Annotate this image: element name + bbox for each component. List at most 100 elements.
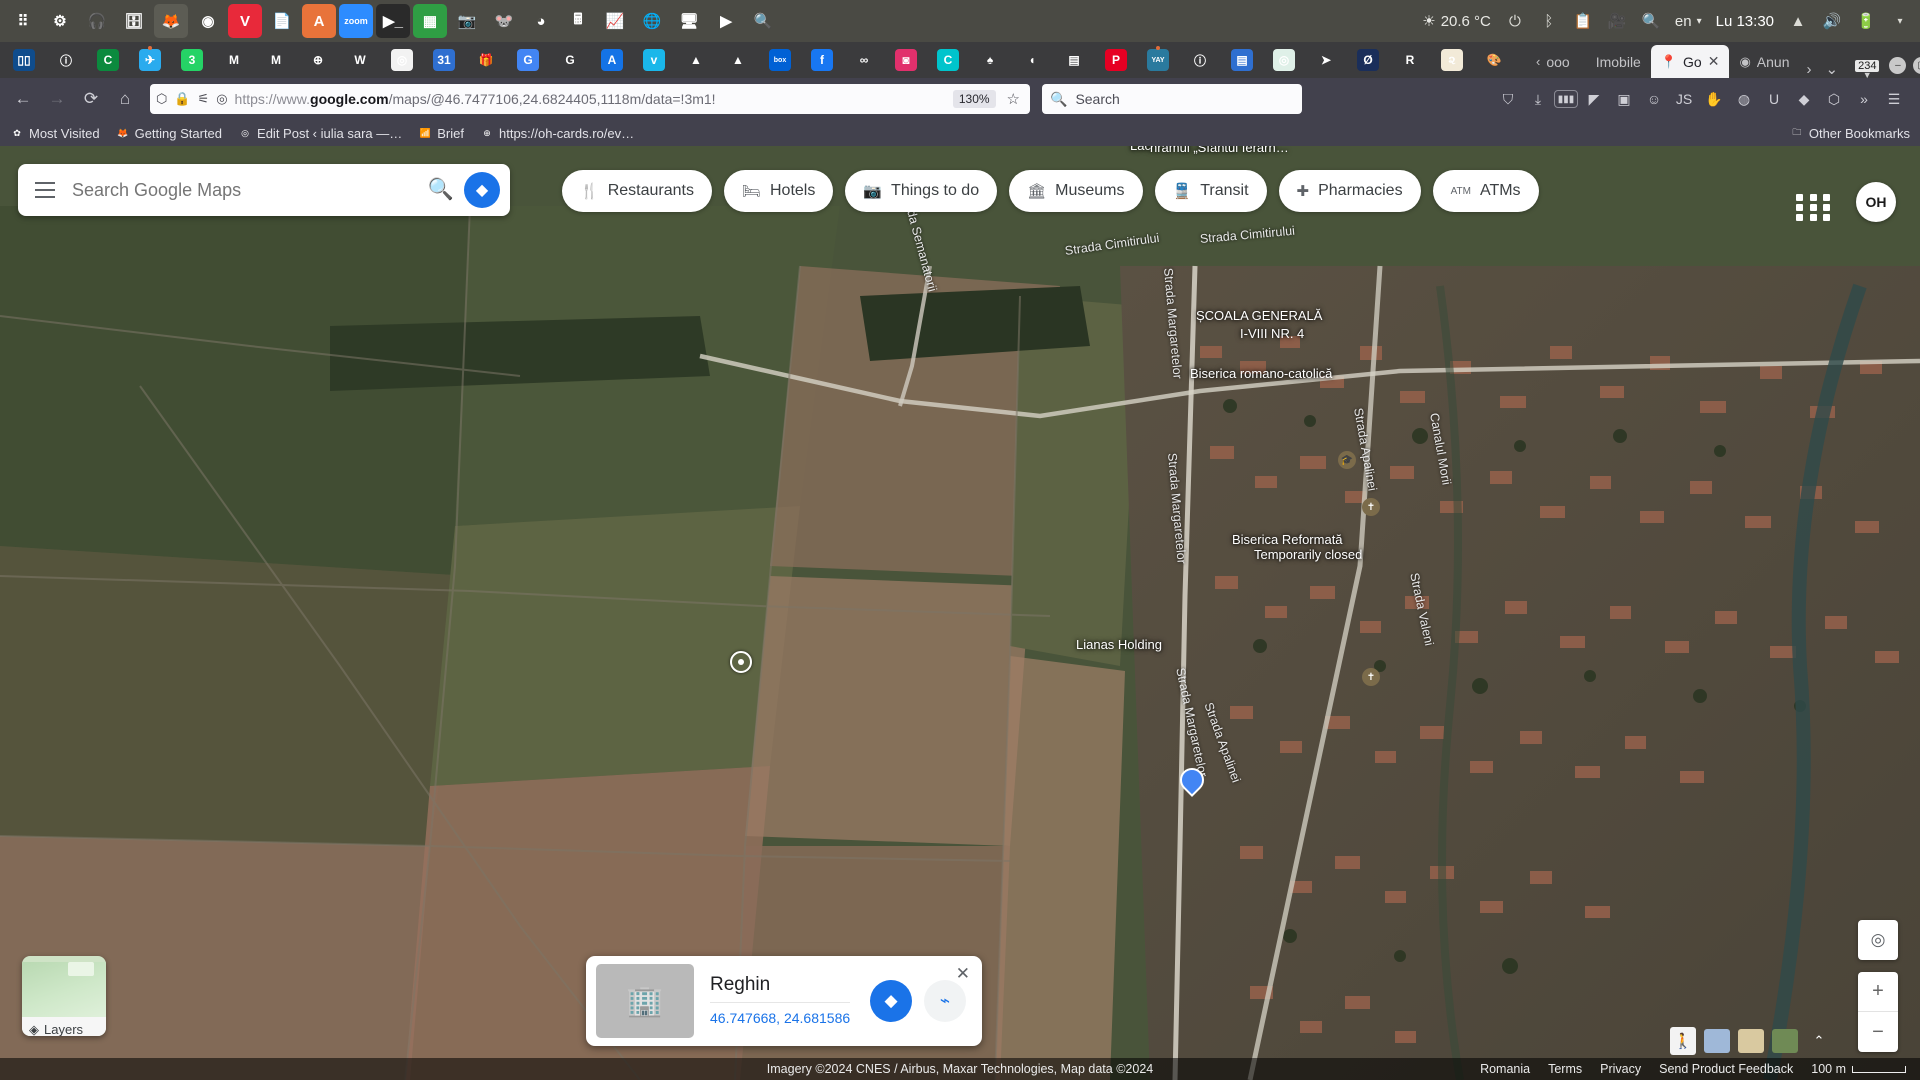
pinned-tab-chatgpt[interactable]: ◎ bbox=[1264, 44, 1304, 76]
share-button[interactable]: ⌁ bbox=[924, 980, 966, 1022]
close-icon[interactable]: ✕ bbox=[956, 964, 970, 984]
star-icon[interactable]: ☆ bbox=[1003, 90, 1024, 108]
pinned-tab-instagram[interactable]: ◙ bbox=[886, 44, 926, 76]
pinned-tab-box[interactable]: box bbox=[760, 44, 800, 76]
power-icon[interactable]: ⏻ bbox=[1505, 11, 1525, 31]
pinned-tab-orange-site[interactable]: ◖ bbox=[1012, 44, 1052, 76]
lock-icon[interactable]: 🔒 bbox=[174, 91, 190, 107]
tab-google-maps[interactable]: 📍 Go ✕ bbox=[1650, 45, 1730, 78]
launcher-display-settings[interactable]: 🖥 bbox=[672, 4, 706, 38]
screenshot-icon[interactable]: ▣ bbox=[1610, 86, 1638, 112]
launcher-abiword[interactable]: A bbox=[302, 4, 336, 38]
place-coordinates[interactable]: 46.747668, 24.681586 bbox=[710, 1002, 851, 1026]
pinned-tab-oh-cards[interactable]: ⊕ bbox=[298, 44, 338, 76]
minimize-button[interactable]: – bbox=[1889, 57, 1907, 74]
launcher-system-monitor[interactable]: 📈 bbox=[598, 4, 632, 38]
clock[interactable]: Lu 13:30 bbox=[1716, 13, 1774, 30]
bookmark-getting-started[interactable]: 🦊 Getting Started bbox=[116, 126, 222, 141]
map-label-biserica-catolica[interactable]: Biserica romano-catolică bbox=[1190, 366, 1332, 381]
footer-link-terms[interactable]: Terms bbox=[1548, 1062, 1582, 1076]
pinned-tab-pinterest[interactable]: P bbox=[1096, 44, 1136, 76]
pinned-tab-google-drive-1[interactable]: ▲ bbox=[676, 44, 716, 76]
map-label-schitul[interactable]: hramul „Sfântul Ierarh… bbox=[1150, 146, 1289, 155]
clipboard-icon[interactable]: 📋 bbox=[1573, 11, 1593, 31]
pinned-tab-adobe[interactable]: A bbox=[592, 44, 632, 76]
launcher-image-viewer[interactable]: 🔍 bbox=[746, 4, 780, 38]
forward-button[interactable]: → bbox=[42, 84, 72, 114]
pinned-tab-google-docs[interactable]: G bbox=[508, 44, 548, 76]
js-icon[interactable]: JS bbox=[1670, 86, 1698, 112]
shield-icon[interactable]: ⬡ bbox=[156, 91, 167, 107]
map-label-scoala[interactable]: ȘCOALA GENERALĂ bbox=[1196, 308, 1322, 323]
poi-reformed-church[interactable]: ✝ bbox=[1362, 668, 1380, 686]
expand-icon[interactable]: ⌃ bbox=[1806, 1029, 1832, 1053]
pinned-tab-whatsapp[interactable]: 3 bbox=[172, 44, 212, 76]
my-location-button[interactable]: ◎ bbox=[1858, 920, 1898, 960]
home-button[interactable]: ⌂ bbox=[110, 84, 140, 114]
launcher-audio-player[interactable]: 🎧 bbox=[80, 4, 114, 38]
map-label-lianas[interactable]: Lianas Holding bbox=[1076, 637, 1162, 652]
search-bar[interactable]: 🔍 Search bbox=[1042, 84, 1302, 114]
language-switcher[interactable]: en ▾ bbox=[1675, 13, 1702, 30]
battery-icon[interactable]: 🔋 bbox=[1856, 11, 1876, 31]
extension-purple-icon[interactable]: ◆ bbox=[1790, 86, 1818, 112]
launcher-calculator[interactable]: 🖩 bbox=[561, 4, 595, 38]
chip-restaurants[interactable]: 🍴 Restaurants bbox=[562, 170, 712, 212]
pinned-tab-canva[interactable]: C bbox=[928, 44, 968, 76]
maximize-button[interactable]: ▢ bbox=[1913, 57, 1920, 74]
tab-counter[interactable]: 234 ▼ bbox=[1855, 60, 1880, 80]
place-info-card[interactable]: 🏢 Reghin 46.747668, 24.681586 ◆ ⌁ ✕ bbox=[586, 956, 982, 1046]
downloads-icon[interactable]: ⤓ bbox=[1524, 86, 1552, 112]
search-icon[interactable]: 🔍 bbox=[1641, 11, 1661, 31]
chip-things-to-do[interactable]: 📷 Things to do bbox=[845, 170, 998, 212]
pinned-tab-swirl-site[interactable]: ૨ bbox=[1432, 44, 1472, 76]
pinned-tab-oh-cards-2[interactable]: Ø bbox=[1348, 44, 1388, 76]
maps-search-box[interactable]: 🔍 ◆ bbox=[18, 164, 510, 216]
permissions-icon[interactable]: ⚟ bbox=[198, 91, 210, 107]
shield-tracking-icon[interactable]: ⛉ bbox=[1494, 86, 1522, 112]
poi-catholic-church[interactable]: ✝ bbox=[1362, 498, 1380, 516]
zoom-out-button[interactable]: − bbox=[1858, 1012, 1898, 1052]
launcher-gimp[interactable]: 🐭 bbox=[487, 4, 521, 38]
pinned-tab-gmail-3[interactable]: G bbox=[550, 44, 590, 76]
pegman-icon[interactable]: 🚶 bbox=[1670, 1027, 1696, 1055]
footer-link-romania[interactable]: Romania bbox=[1480, 1062, 1530, 1076]
pinned-tab-gmail-2[interactable]: M bbox=[256, 44, 296, 76]
map-canvas[interactable]: Lachramul „Sfântul Ierarh… ȘCOALA GENERAL… bbox=[0, 146, 1920, 1080]
map-marker-lianas-holding[interactable] bbox=[1175, 763, 1209, 797]
launcher-disk-usage[interactable]: ◕ bbox=[524, 4, 558, 38]
map-marker-selected[interactable] bbox=[730, 651, 752, 673]
avatar[interactable]: OH bbox=[1856, 182, 1896, 222]
tab-anunt[interactable]: ◉ Anun bbox=[1729, 45, 1799, 78]
chip-atms[interactable]: ATM ATMs bbox=[1432, 170, 1539, 212]
map-label-scoala-2[interactable]: I-VIII NR. 4 bbox=[1240, 326, 1304, 341]
back-button[interactable]: ← bbox=[8, 84, 38, 114]
pinned-tab-docs-site[interactable]: ▤ bbox=[1054, 44, 1094, 76]
tray-chevron-down-icon[interactable]: ▾ bbox=[1890, 11, 1910, 31]
tab-ooo[interactable]: ‹ ooo bbox=[1526, 45, 1580, 78]
wifi-icon[interactable]: ▲ bbox=[1788, 11, 1808, 31]
pinned-tab-yay-text[interactable]: YAY bbox=[1138, 44, 1178, 76]
temperature-indicator[interactable]: ☀ 20.6 °C bbox=[1422, 12, 1491, 31]
search-icon[interactable]: 🔍 bbox=[418, 178, 464, 202]
pinned-tab-google-drive-2[interactable]: ▲ bbox=[718, 44, 758, 76]
apps-grid-icon[interactable] bbox=[1796, 188, 1834, 226]
pinned-tab-threads[interactable]: ◎ bbox=[382, 44, 422, 76]
tab-close-icon[interactable]: ✕ bbox=[1708, 53, 1720, 70]
pinned-tab-paint-site[interactable]: 🎨 bbox=[1474, 44, 1514, 76]
chip-pharmacies[interactable]: ✚ Pharmacies bbox=[1278, 170, 1421, 212]
directions-button[interactable]: ◆ bbox=[870, 980, 912, 1022]
launcher-firefox[interactable]: 🦊 bbox=[154, 4, 188, 38]
address-bar[interactable]: ⬡ 🔒 ⚟ ◎ https://www.google.com/maps/@46.… bbox=[150, 84, 1030, 114]
pinned-tab-meta[interactable]: ∞ bbox=[844, 44, 884, 76]
account-icon[interactable]: ☺ bbox=[1640, 86, 1668, 112]
bookmark-most-visited[interactable]: ✿ Most Visited bbox=[10, 126, 99, 141]
zoom-level-badge[interactable]: 130% bbox=[952, 90, 996, 108]
launcher-file-archiver[interactable]: 🗄 bbox=[117, 4, 151, 38]
launcher-network-tool[interactable]: 🌐 bbox=[635, 4, 669, 38]
extension-gray-icon[interactable]: ⬡ bbox=[1820, 86, 1848, 112]
overflow-icon[interactable]: » bbox=[1850, 86, 1878, 112]
launcher-zoom[interactable]: zoom bbox=[339, 4, 373, 38]
volume-icon[interactable]: 🔊 bbox=[1822, 11, 1842, 31]
pinned-tab-facebook[interactable]: f bbox=[802, 44, 842, 76]
